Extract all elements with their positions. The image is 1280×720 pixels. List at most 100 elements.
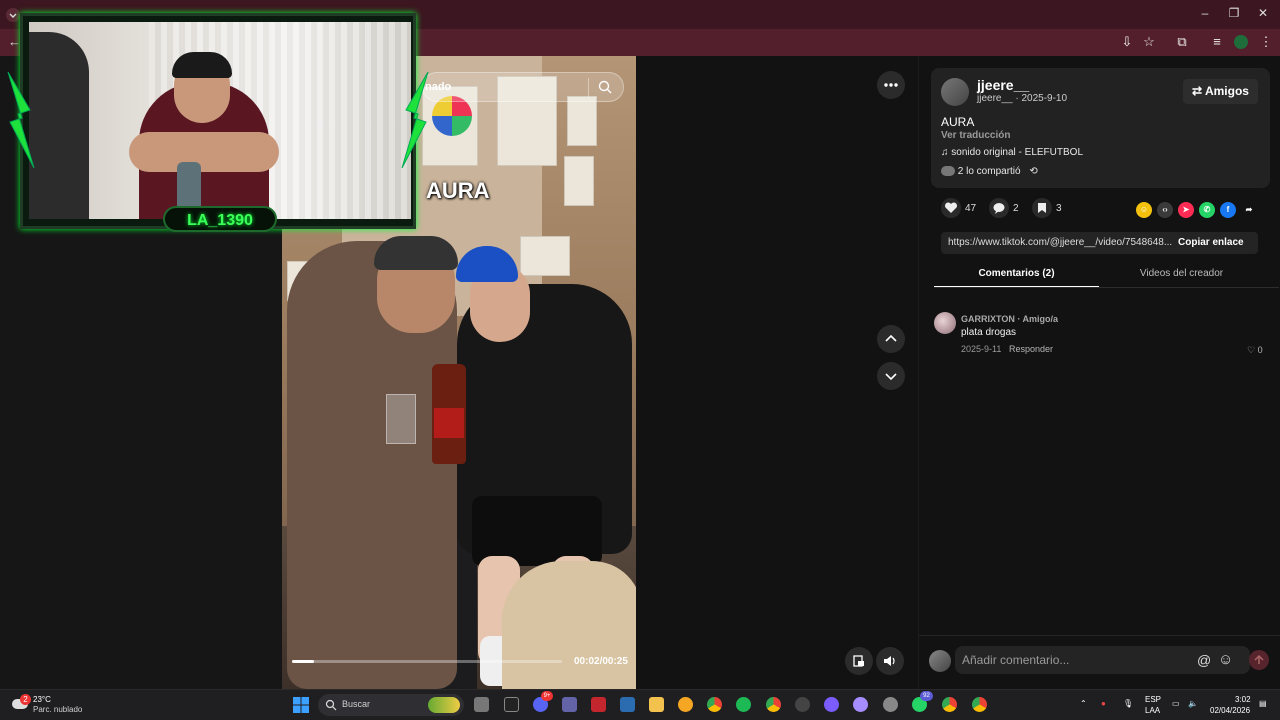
chrome-icon[interactable] — [707, 697, 722, 712]
shared-by[interactable]: 2 lo compartió ⟲ — [941, 166, 1038, 177]
browser-menu-icon[interactable]: ⋮ — [1258, 34, 1274, 50]
send-to-friends-icon[interactable]: ➤ — [1178, 202, 1194, 218]
sound-link[interactable]: ♫ sonido original - ELEFUTBOL — [941, 147, 1083, 158]
app-orange-icon[interactable] — [678, 697, 693, 712]
more-options-button[interactable] — [877, 71, 905, 99]
app-chat-icon[interactable] — [853, 697, 868, 712]
app-purple-icon[interactable] — [824, 697, 839, 712]
media-controls-icon[interactable]: ≡ — [1209, 34, 1225, 50]
comment-like-button[interactable]: ♡ 0 — [1247, 345, 1263, 356]
share-arrow-icon[interactable]: ➦ — [1241, 202, 1257, 218]
video-search-box[interactable]: nado — [422, 72, 624, 102]
spotify-icon[interactable] — [736, 697, 751, 712]
picture-in-picture-button[interactable] — [845, 647, 873, 675]
shared-label: 2 lo compartió — [957, 166, 1021, 177]
next-video-button[interactable] — [877, 362, 905, 390]
author-handle-date: jjeere__ · 2025-9-10 — [977, 93, 1068, 104]
chrome-profile-icon[interactable] — [766, 697, 781, 712]
notifications-icon[interactable]: ▤ — [1259, 699, 1267, 708]
taskbar-search-label: Buscar — [342, 699, 371, 709]
send-comment-button[interactable] — [1249, 650, 1269, 670]
clock-time[interactable]: 3:02 — [1235, 695, 1251, 704]
chrome-second-icon[interactable] — [972, 697, 987, 712]
comment-author[interactable]: GARRIXTON · Amigo/a — [961, 314, 1058, 324]
app-red-icon[interactable] — [591, 697, 606, 712]
lightning-left-icon — [7, 71, 35, 169]
restore-button[interactable]: ❐ — [1227, 6, 1241, 20]
discord-icon[interactable]: 9+ — [533, 691, 553, 712]
video-progress-bar[interactable] — [292, 660, 562, 663]
tray-overflow-icon[interactable]: ⌃ — [1080, 699, 1087, 708]
author-username[interactable]: jjeere__ — [977, 77, 1029, 93]
windows-start-icon[interactable] — [293, 697, 309, 713]
close-window-button[interactable]: ✕ — [1256, 6, 1270, 20]
comment-reply-button[interactable]: Responder — [1009, 344, 1053, 354]
language-top[interactable]: ESP — [1145, 695, 1161, 704]
more-dots-icon — [884, 83, 898, 87]
emoji-icon[interactable]: ☺ — [1218, 651, 1233, 668]
tab-creator-videos[interactable]: Videos del creador — [1099, 262, 1264, 288]
weather-badge: 2 — [20, 694, 31, 705]
volume-button[interactable] — [876, 647, 904, 675]
chevron-down-icon — [885, 373, 897, 381]
file-explorer-icon[interactable] — [649, 697, 664, 712]
comment-avatar[interactable] — [934, 312, 956, 334]
post-info-card: jjeere__ jjeere__ · 2025-9-10 ⇄ Amigos A… — [931, 68, 1270, 188]
weather-temperature[interactable]: 23°C — [33, 695, 51, 704]
tab-search-button[interactable] — [6, 8, 20, 22]
language-bottom[interactable]: LAA — [1145, 706, 1160, 715]
task-view-icon[interactable] — [474, 697, 489, 712]
clock-date[interactable]: 02/04/2026 — [1210, 706, 1250, 715]
heart-outline-icon: ♡ — [1247, 345, 1258, 355]
facebook-icon[interactable]: f — [1220, 202, 1236, 218]
store-icon[interactable] — [620, 697, 635, 712]
like-button[interactable] — [941, 198, 961, 218]
bookmark-star-icon[interactable]: ☆ — [1141, 34, 1157, 50]
see-translation-link[interactable]: Ver traducción — [941, 130, 1010, 141]
embed-icon[interactable]: ‹› — [1157, 202, 1173, 218]
streamer-name: LA_1390 — [187, 212, 253, 229]
save-button[interactable] — [1032, 198, 1052, 218]
profile-avatar[interactable] — [1233, 34, 1249, 50]
copy-link-button[interactable]: Copiar enlace — [1178, 232, 1258, 254]
swap-icon: ⇄ — [1192, 84, 1205, 98]
mention-icon[interactable]: @ — [1197, 652, 1211, 668]
tray-app-icon[interactable]: ● — [1101, 699, 1106, 708]
network-icon[interactable]: ▭ — [1172, 699, 1180, 708]
epic-games-icon[interactable] — [504, 697, 519, 712]
saves-count: 3 — [1056, 203, 1062, 214]
settings-icon[interactable] — [883, 697, 898, 712]
windows-taskbar: 2 23°C Parc. nublado Buscar 9+ 92 ⌃ ● 🎙 … — [0, 689, 1280, 720]
lightning-right-icon — [401, 71, 429, 169]
comment-text: plata drogas — [961, 327, 1017, 338]
tab-comments[interactable]: Comentarios (2) — [934, 262, 1099, 288]
share-friends-icon[interactable]: ☺ — [1136, 202, 1152, 218]
search-icon[interactable] — [597, 79, 613, 95]
speaker-icon[interactable]: 🔈 — [1188, 699, 1198, 708]
chrome-active-icon[interactable] — [942, 697, 957, 712]
video-link-field[interactable]: https://www.tiktok.com/@jjeere__/video/7… — [941, 232, 1178, 254]
previous-video-button[interactable] — [877, 325, 905, 353]
whatsapp-icon[interactable]: ✆ — [1199, 202, 1215, 218]
minimize-button[interactable]: – — [1198, 6, 1212, 20]
microphone-icon[interactable]: 🎙 — [1123, 699, 1133, 708]
post-side-panel: jjeere__ jjeere__ · 2025-9-10 ⇄ Amigos A… — [918, 56, 1280, 689]
teams-icon[interactable] — [562, 697, 577, 712]
whatsapp-app-icon[interactable]: 92 — [912, 691, 933, 712]
friends-button[interactable]: ⇄ Amigos — [1183, 79, 1258, 104]
weather-widget-icon[interactable]: 2 — [12, 694, 31, 713]
install-app-icon[interactable]: ⇩ — [1119, 34, 1135, 50]
extensions-icon[interactable]: ⧉ — [1174, 34, 1190, 50]
likes-count: 47 — [965, 203, 977, 214]
weather-description[interactable]: Parc. nublado — [33, 705, 82, 714]
current-user-avatar — [929, 650, 951, 672]
taskbar-search[interactable]: Buscar — [318, 694, 464, 716]
video-overlay-title: AURA — [426, 178, 490, 203]
author-avatar[interactable] — [941, 78, 969, 106]
app-icon[interactable] — [795, 697, 810, 712]
search-highlight-image — [428, 697, 460, 713]
video-progress-fill — [292, 660, 314, 663]
streamer-webcam-overlay: LA_1390 — [20, 13, 416, 232]
chevron-up-icon — [885, 334, 897, 342]
comment-button[interactable] — [989, 198, 1009, 218]
